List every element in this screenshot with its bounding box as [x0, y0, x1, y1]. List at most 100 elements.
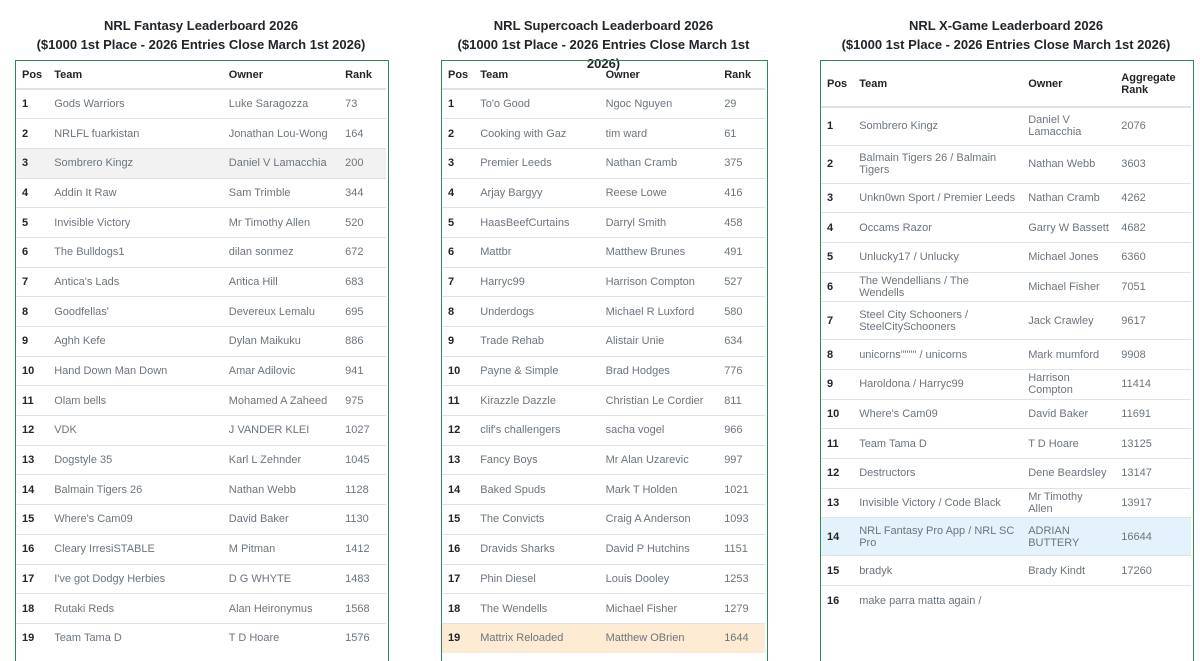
cell-owner: Karl L Zehnder	[222, 444, 340, 475]
cell-team: Arjay Bargyy	[474, 177, 600, 208]
table-row: 9 Trade Rehab Alistair Unie 634	[442, 326, 765, 357]
cell-team: Invisible Victory / Code Black	[853, 487, 1023, 518]
table-row: 8 Underdogs Michael R Luxford 580	[442, 296, 765, 327]
cell-owner: Brad Hodges	[599, 355, 719, 386]
cell-owner: Daniel V Lamacchia	[1022, 106, 1116, 145]
cell-owner	[1022, 585, 1116, 616]
col-header-owner: Owner	[599, 61, 719, 90]
cell-owner: Garry W Bassett	[1022, 212, 1116, 243]
fantasy-subtitle: ($1000 1st Place - 2026 Entries Close Ma…	[36, 37, 366, 52]
table-row: 18 Rutaki Reds Alan Heironymus 1568	[16, 593, 386, 624]
supercoach-table: Pos Team Owner Rank 1 To'o Good Ngoc Nguye…	[442, 61, 765, 654]
cell-rank: 61	[718, 118, 765, 149]
cell-rank: 9908	[1115, 339, 1191, 370]
cell-team: Goodfellas'	[48, 296, 223, 327]
cell-pos: 12	[821, 458, 854, 489]
cell-team: Underdogs	[474, 296, 600, 327]
cell-rank: 634	[718, 326, 765, 357]
cell-owner: sacha vogel	[599, 415, 719, 446]
cell-rank: 1151	[718, 533, 765, 564]
table-row: 8 unicorns"""" / unicorns Mark mumford 9908	[821, 339, 1191, 370]
cell-pos: 7	[16, 266, 49, 297]
cell-rank: 975	[339, 385, 386, 416]
cell-rank: 416	[718, 177, 765, 208]
cell-rank: 11691	[1115, 398, 1191, 429]
table-row: 13 Invisible Victory / Code Black Mr Timot…	[821, 487, 1191, 518]
cell-pos: 8	[16, 296, 49, 327]
cell-rank: 1279	[718, 593, 765, 624]
cell-owner: Reese Lowe	[599, 177, 719, 208]
cell-owner: Daniel V Lamacchia	[222, 147, 340, 179]
cell-rank: 9617	[1115, 301, 1191, 340]
cell-rank: 13917	[1115, 487, 1191, 518]
table-row: 9 Haroldona / Harryc99 Harrison Compton 114…	[821, 368, 1191, 400]
cell-owner: Mr Alan Uzarevic	[599, 444, 719, 475]
cell-owner: Brady Kindt	[1022, 555, 1116, 586]
cell-team: Hand Down Man Down	[48, 355, 223, 386]
cell-rank: 16644	[1115, 517, 1191, 556]
cell-team: Sombrero Kingz	[853, 106, 1023, 145]
table-row: 9 Aghh Kefe Dylan Maikuku 886	[16, 326, 386, 357]
cell-rank: 683	[339, 266, 386, 297]
cell-rank: 1644	[718, 622, 765, 654]
cell-owner: M Pitman	[222, 533, 340, 564]
table-row: 11 Team Tama DT D Hoare 13125	[821, 428, 1191, 459]
cell-owner: Mohamed A Zaheed	[222, 385, 340, 416]
table-row: 11 Kirazzle Dazzle Christian Le Cordier 811	[442, 385, 765, 416]
table-row: 1 Gods Warriors Luke Saragozza 73	[16, 88, 386, 119]
cell-owner: Mark T Holden	[599, 474, 719, 505]
cell-team: Rutaki Reds	[48, 593, 223, 624]
cell-rank: 4262	[1115, 182, 1191, 213]
table-row: 14 NRL Fantasy Pro App / NRL SC Pro ADRIAN…	[821, 517, 1191, 556]
cell-pos: 15	[821, 555, 854, 586]
cell-pos: 12	[442, 415, 475, 446]
cell-rank: 344	[339, 177, 386, 208]
cell-team: Cleary IrresiSTABLE	[48, 533, 223, 564]
cell-owner: Antica Hill	[222, 266, 340, 297]
cell-rank: 11414	[1115, 368, 1191, 400]
cell-owner: Nathan Cramb	[1022, 182, 1116, 213]
cell-pos: 5	[442, 207, 475, 238]
cell-rank: 1027	[339, 415, 386, 446]
table-row: 7 Harryc99 Harrison Compton 527	[442, 266, 765, 297]
cell-pos: 4	[821, 212, 854, 243]
cell-rank: 1021	[718, 474, 765, 505]
cell-rank: 776	[718, 355, 765, 386]
cell-rank: 580	[718, 296, 765, 327]
fantasy-table: Pos Team Owner Rank 1 Gods Warriors Luke S…	[16, 61, 386, 654]
cell-team: Mattbr	[474, 236, 600, 268]
col-header-owner: Owner	[222, 61, 340, 90]
cell-team: Trade Rehab	[474, 326, 600, 357]
cell-rank: 200	[339, 147, 386, 179]
table-row: 12 VDK J VANDER KLEI 1027	[16, 415, 386, 446]
cell-pos: 9	[821, 368, 854, 400]
table-row: 7 Steel City Schooners / SteelCitySchoone…	[821, 301, 1191, 340]
cell-rank: 29	[718, 88, 765, 119]
cell-pos: 11	[821, 428, 854, 459]
cell-rank: 13125	[1115, 428, 1191, 459]
table-row: 14 Baked Spuds Mark T Holden 1021	[442, 474, 765, 505]
cell-team: Premier Leeds	[474, 147, 600, 179]
cell-pos: 13	[821, 487, 854, 518]
fantasy-heading: NRL Fantasy Leaderboard 2026 ($1000 1st …	[15, 16, 387, 54]
cell-rank: 491	[718, 236, 765, 268]
cell-team: make parra matta again /	[853, 585, 1023, 616]
cell-pos: 6	[821, 271, 854, 302]
supercoach-table-wrap: Pos Team Owner Rank 1 To'o Good Ngoc Nguye…	[441, 60, 768, 661]
cell-pos: 5	[821, 241, 854, 273]
cell-rank: 1412	[339, 533, 386, 564]
cell-team: Gods Warriors	[48, 88, 223, 119]
cell-pos: 10	[442, 355, 475, 386]
cell-pos: 7	[442, 266, 475, 297]
cell-rank: 886	[339, 326, 386, 357]
cell-team: Sombrero Kingz	[48, 147, 223, 179]
table-row: 16 make parra matta again /	[821, 585, 1191, 616]
table-row: 15 bradyk Brady Kindt 17260	[821, 555, 1191, 586]
cell-rank: 520	[339, 207, 386, 238]
cell-pos: 17	[16, 563, 49, 594]
cell-team: Unlucky17 / Unlucky	[853, 241, 1023, 273]
cell-owner: Amar Adilovic	[222, 355, 340, 386]
cell-owner: David Baker	[1022, 398, 1116, 429]
xgame-heading: NRL X-Game Leaderboard 2026 ($1000 1st P…	[820, 16, 1192, 54]
cell-pos: 15	[442, 504, 475, 535]
